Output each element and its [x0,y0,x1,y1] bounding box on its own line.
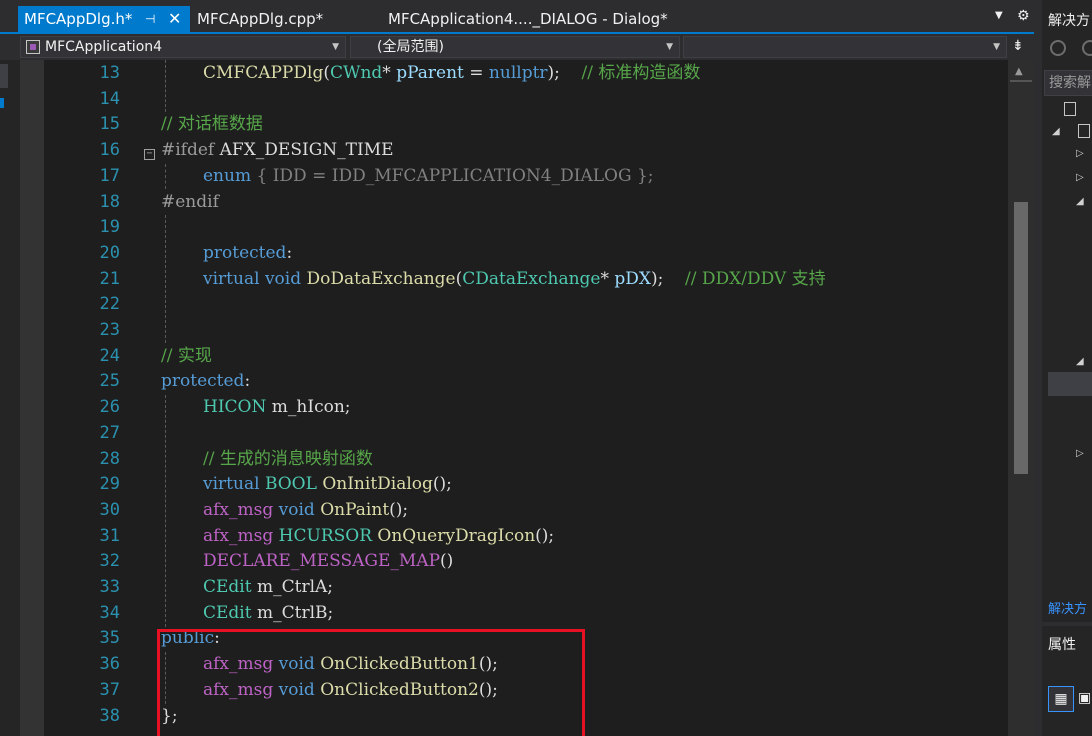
expand-icon[interactable]: ▷ [1076,148,1084,159]
code-line-15: // 对话框数据 [161,114,263,135]
member-dropdown[interactable]: ▼ [683,36,1007,58]
scope-name: (全局范围) [377,39,444,55]
line-number: 29 [99,474,120,495]
line-number: 38 [99,705,120,726]
code-line-29: virtual BOOL OnInitDialog(); [203,474,452,495]
line-number: 19 [99,217,120,238]
code-line-25: protected: [161,371,251,392]
solution-explorer-tab[interactable]: 解决方 [1048,598,1087,617]
tab-list-dropdown-icon[interactable]: ▼ [995,10,1003,21]
document-tab-bar: MFCAppDlg.h* ⊣ ✕ MFCAppDlg.cpp* MFCAppli… [0,0,1040,34]
panel-divider [1042,622,1092,626]
collapse-icon[interactable]: ◢ [1076,356,1084,367]
scope-dropdown[interactable]: (全局范围) ▼ [350,36,680,58]
scrollbar-thumb[interactable] [1014,202,1028,474]
red-highlight-box [157,629,585,736]
code-line-33: CEdit m_CtrlA; [203,577,334,597]
indent-guide [165,60,166,112]
scroll-up-icon[interactable]: ▲ [1015,66,1023,77]
code-line-26: HICON m_hIcon; [203,397,351,418]
expand-icon[interactable]: ▷ [1076,172,1084,183]
code-line-28: // 生成的消息映射函数 [203,448,373,469]
code-line-31: afx_msg HCURSOR OnQueryDragIcon(); [203,525,555,546]
line-number: 21 [99,268,120,289]
code-line-30: afx_msg void OnPaint(); [203,499,409,520]
collapse-icon[interactable]: ◢ [1052,126,1060,137]
code-editor[interactable]: 13 14 15 16 17 18 19 20 21 22 23 24 25 2… [20,60,1008,736]
indent-guide [165,395,166,627]
line-number: 15 [99,114,120,135]
search-input[interactable]: 搜索解 [1044,70,1092,96]
left-tool-strip [0,60,20,736]
forward-icon[interactable] [1082,40,1092,56]
line-number: 23 [99,320,120,340]
expand-icon[interactable]: ▷ [1076,448,1084,459]
code-line-20: protected: [203,242,293,263]
project-icon [26,40,40,54]
line-number: 24 [99,345,120,366]
navigation-bar: MFCApplication4 ▼ (全局范围) ▼ ▼ ⇟ [0,34,1040,60]
line-number: 14 [99,88,120,109]
code-line-32: DECLARE_MESSAGE_MAP() [203,551,454,572]
code-line-16: #ifdef AFX_DESIGN_TIME [161,140,394,161]
line-number: 18 [99,191,120,212]
panel-title: 解决方 [1048,13,1090,29]
properties-title: 属性 [1048,637,1076,653]
line-number: 32 [99,551,120,572]
code-line-21: virtual void DoDataExchange(CDataExchang… [203,268,826,289]
back-icon[interactable] [1050,40,1066,56]
code-line-17: enum { IDD = IDD_MFCAPPLICATION4_DIALOG … [203,165,654,186]
line-number: 28 [99,448,120,469]
line-number: 17 [99,165,120,186]
line-number: 33 [99,577,120,597]
line-number: 37 [99,679,120,700]
tab-dialog-designer[interactable]: MFCApplication4...._DIALOG - Dialog* [388,8,668,34]
close-icon[interactable]: ✕ [168,6,181,32]
categorized-icon[interactable]: ▦ [1048,686,1074,712]
line-number: 26 [99,397,120,418]
tab-label: MFCAppDlg.cpp* [197,10,324,28]
gear-icon[interactable]: ⚙ [1017,8,1030,24]
project-dropdown[interactable]: MFCApplication4 ▼ [20,36,346,58]
line-number: 13 [99,63,120,83]
pin-icon[interactable]: ⊣ [145,6,155,32]
code-line-18: #endif [161,191,219,212]
line-number: 31 [99,525,120,546]
code-line-34: CEdit m_CtrlB; [203,602,334,623]
tab-mfcappdlg-h[interactable]: MFCAppDlg.h* ⊣ ✕ [18,6,190,34]
line-number: 36 [99,654,120,675]
indent-guide [165,164,166,189]
toolbox-indicator [0,98,4,108]
line-number: 16 [99,140,120,161]
code-line-24: // 实现 [161,345,212,366]
line-number: 22 [99,294,120,315]
collapse-icon[interactable]: ◢ [1076,196,1084,207]
line-number: 35 [99,628,120,649]
tab-mfcappdlg-cpp[interactable]: MFCAppDlg.cpp* [197,8,323,34]
chevron-down-icon[interactable]: ▼ [332,37,339,57]
collapse-region-icon[interactable]: − [144,149,155,160]
line-number: 30 [99,499,120,520]
code-line-13: CMFCAPPDlg(CWnd* pParent = nullptr); // … [203,63,701,83]
selected-tree-item[interactable] [1048,372,1092,396]
line-number: 27 [99,422,120,443]
vertical-scrollbar[interactable]: ▲ [1008,60,1034,736]
project-icon [1078,124,1090,138]
solution-icon [1064,102,1076,116]
tab-label: MFCApplication4...._DIALOG - Dialog* [388,10,668,28]
line-number: 25 [99,371,120,392]
project-name: MFCApplication4 [45,39,163,55]
split-editor-icon[interactable]: ⇟ [1012,38,1024,54]
solution-explorer-panel: 解决方 搜索解 ◢ ▷ ▷ ◢ ◢ ▷ 解决方 属性 ▦ ▣ [1034,0,1092,736]
alphabetical-icon[interactable]: ▣ [1078,686,1092,712]
chevron-down-icon[interactable]: ▼ [993,37,1000,57]
chevron-down-icon[interactable]: ▼ [666,37,673,57]
scroll-marker [1010,80,1032,82]
tab-label: MFCAppDlg.h* [24,10,133,28]
line-number: 34 [99,602,120,623]
indicator-margin [20,60,44,736]
toolbox-tab[interactable] [0,64,8,88]
line-number: 20 [99,242,120,263]
indent-guide [165,215,166,343]
